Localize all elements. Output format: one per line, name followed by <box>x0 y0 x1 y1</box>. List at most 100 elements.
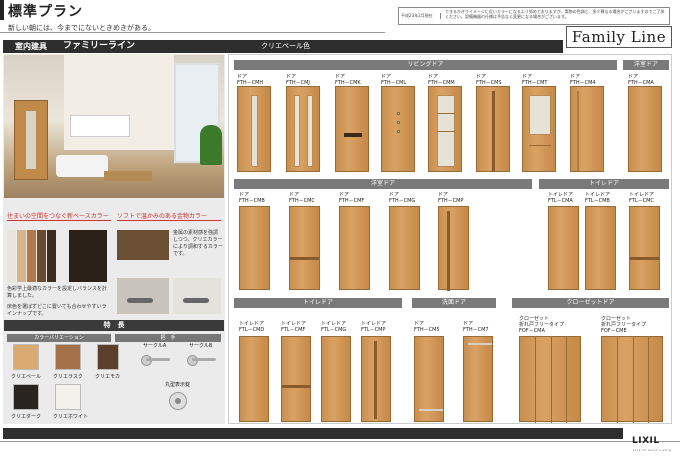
door-code: FTL－CMB <box>585 198 610 204</box>
handle-photo <box>117 278 169 314</box>
door-code: FTH－CM5 <box>414 327 440 333</box>
title-marker <box>0 0 4 20</box>
door-FTH－CMJ <box>286 86 320 172</box>
door-label: ドア FTH－CMA <box>628 74 654 86</box>
door-code: FTH－CMC <box>289 198 315 204</box>
door-label: トイレドア FTL－CMC <box>629 192 654 204</box>
lever-a-icon <box>141 352 171 366</box>
yoshitsu-door-heading: 洋室ドア <box>623 60 669 70</box>
door-label: ドア FTH－CMC <box>289 192 315 204</box>
dark-door-sample <box>69 230 107 282</box>
door-FTH－CMM <box>428 86 462 172</box>
page-title: 標準プラン <box>8 4 83 20</box>
note-text: できるかぎりイメージに近いカラーになるよう努めておりますが、実物の色調と、多少異… <box>445 9 665 19</box>
door-FTH－CML <box>381 86 415 172</box>
door-label: ドア FTH－CMB <box>239 192 265 204</box>
interior-photo <box>4 55 224 198</box>
door-label: ドア FTH－CML <box>381 74 406 86</box>
feature2-text: 金属の素材感を強調しつつ、クリエカラーにより調和するカラーです。 <box>173 230 223 257</box>
door-code: FTL－CMD <box>239 327 265 333</box>
door-code: FOF－CMA <box>519 328 545 334</box>
swatch-rusk <box>55 344 81 370</box>
door-code: FTH－CM7 <box>463 327 489 333</box>
door-label: ドア FTH－CM5 <box>414 321 440 333</box>
door-code: FTH－CMP <box>438 198 464 204</box>
footer-rule <box>0 441 680 442</box>
texture-samples <box>7 230 59 282</box>
door-FTL－CMB <box>585 206 616 290</box>
door-FTH－CM4 <box>570 86 604 172</box>
door-catalog: リビングドア 洋室ドア 洋室ドア トイレドア トイレドア 洗面ドア クローゼット… <box>228 54 672 424</box>
door-FTH－CMP <box>438 206 469 291</box>
footer-bar <box>3 428 623 439</box>
door-label: トイレドア FTL－CMA <box>548 192 573 204</box>
door-code: FTL－CMF <box>281 327 306 333</box>
color-variation-heading: カラーバリエーション <box>7 334 111 342</box>
texture-swatch <box>27 230 36 282</box>
swatch-mocha <box>97 344 119 370</box>
color-name: クリエペール色 <box>261 42 310 50</box>
door-FTH－CMG <box>389 206 420 290</box>
lixil-logo: LIXIL Link to Good Living <box>632 436 671 452</box>
door-FTH－CMB <box>239 206 270 290</box>
door-FTH－CMH <box>237 86 271 172</box>
door-FOF－CMA <box>519 336 581 423</box>
door-FTL－CMC <box>629 206 660 290</box>
door-code: FTL－CMA <box>548 198 573 204</box>
swatch-pale <box>13 344 39 370</box>
note-code: 平成23年2月現在 <box>401 13 441 19</box>
feature1-text: 色彩学上最適なカラーを設定しバランスを計算しました。 <box>7 286 107 299</box>
swatch-label: クリエラスク <box>53 374 83 380</box>
texture-swatch <box>17 230 26 282</box>
door-label: トイレドア FTL－CMD <box>239 321 264 333</box>
door-FTL－CMF <box>281 336 311 422</box>
door-label: ドア FTH－CMS <box>476 74 502 86</box>
door-FTH－CMF <box>339 206 370 290</box>
door-FTH－CM5 <box>414 336 444 422</box>
category-label: 室内建具 <box>15 42 47 51</box>
line-name: ファミリーライン <box>63 41 136 51</box>
hardware-label: 丸型表示錠 <box>165 382 191 388</box>
feature1-text2: 床色を選ばずどこに置いても合わせやすいラインナップです。 <box>7 304 107 317</box>
left-panel: 住まいの空間をつなぐ新ベースカラー ソフトで温かみのある金物カラー 色彩学上最適… <box>3 54 225 424</box>
door-FTL－CMA <box>548 206 579 290</box>
hardware-label: サークルA <box>143 343 167 349</box>
feature2-heading: ソフトで温かみのある金物カラー <box>117 212 221 221</box>
door-FTH－CM7 <box>463 336 493 422</box>
swatch-label: クリエモカ <box>95 374 121 380</box>
door-label: トイレドア FTL－CMF <box>281 321 306 333</box>
texture-swatch <box>47 230 56 282</box>
texture-swatch <box>37 230 46 282</box>
door-label: ドア FTH－CMF <box>339 192 364 204</box>
door-FTL－CMP <box>361 336 391 422</box>
lever-b-icon <box>187 352 217 366</box>
washroom-door-heading: 洗面ドア <box>412 298 496 308</box>
features-label: 特 長 <box>4 320 224 331</box>
swatch-label: クリエダーク <box>11 414 42 420</box>
door-FTH－CMC <box>289 206 320 290</box>
door-label: ドア FTH－CM7 <box>463 321 489 333</box>
door-label: クローゼット 折れ戸フリータイプ FOF－CMA <box>519 316 564 334</box>
lock-knob-icon <box>169 392 187 410</box>
door-FTH－CMT <box>522 86 556 172</box>
note-box: 平成23年2月現在 できるかぎりイメージに近いカラーになるよう努めておりますが、… <box>398 7 670 25</box>
toilet-door-heading-2: トイレドア <box>234 298 402 308</box>
hardware-detail-photo <box>117 230 169 260</box>
logo-text: LIXIL <box>632 436 660 446</box>
door-FTL－CMG <box>321 336 351 422</box>
door-code: FTH－CMG <box>389 198 416 204</box>
logo-subtext: Link to Good Living <box>633 448 672 452</box>
door-FTH－CMS <box>476 86 510 172</box>
living-door-heading: リビングドア <box>234 60 617 70</box>
door-label: ドア FTH－CMM <box>428 74 455 86</box>
door-label: ドア FTH－CMP <box>438 192 463 204</box>
texture-swatch <box>7 230 16 282</box>
door-FOF－CME <box>601 336 663 423</box>
door-code: FTL－CMC <box>629 198 654 204</box>
door-label: ドア FTH－CMJ <box>286 74 310 86</box>
hardware-label: サークルB <box>189 343 213 349</box>
swatch-label: クリエホワイト <box>53 414 89 420</box>
door-label: トイレドア FTL－CMB <box>585 192 610 204</box>
brand-title: Family Line <box>566 26 672 48</box>
divider <box>0 32 385 33</box>
